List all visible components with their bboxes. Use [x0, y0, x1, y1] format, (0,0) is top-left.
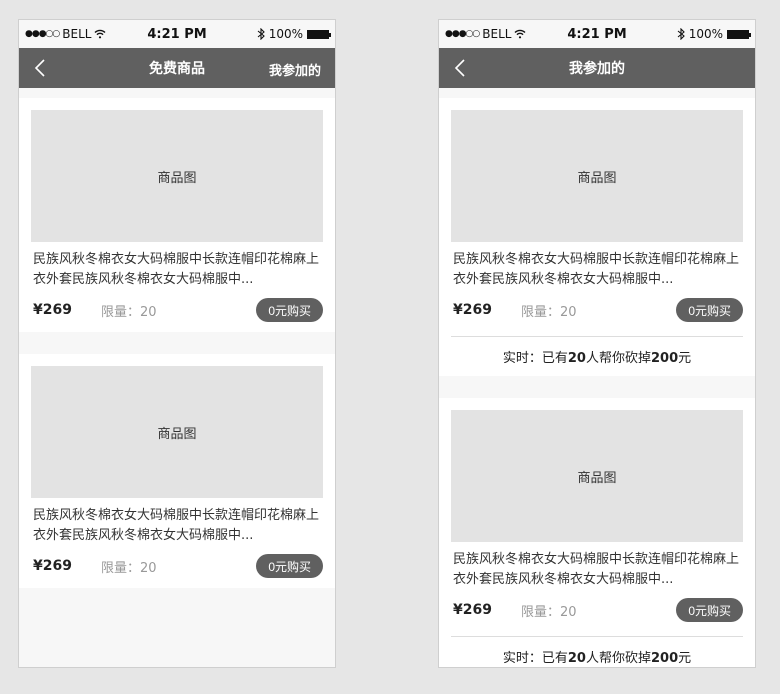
battery-icon: [727, 29, 751, 39]
phone-my-joined: ●●●○○ BELL 4:21 PM 100% 我参加的 商品图 民族风秋冬棉衣: [438, 19, 756, 668]
product-title[interactable]: 民族风秋冬棉衣女大码棉服中长款连帽印花棉麻上衣外套民族风秋冬棉衣女大码棉服中..…: [31, 506, 323, 546]
chevron-left-icon[interactable]: [451, 58, 471, 78]
discount-amount: 200: [650, 651, 679, 666]
realtime-mid: 人帮你砍掉: [585, 651, 651, 666]
product-price: ¥269: [33, 302, 72, 318]
spacer: [439, 88, 755, 98]
realtime-bargain-status: 实时：已有20人帮你砍掉200元: [451, 337, 743, 366]
realtime-suffix: 元: [678, 351, 692, 366]
product-limit: 限量：20: [521, 604, 577, 620]
spacer: [19, 88, 335, 98]
spacer: [19, 332, 335, 354]
product-card[interactable]: 商品图 民族风秋冬棉衣女大码棉服中长款连帽印花棉麻上衣外套民族风秋冬棉衣女大码棉…: [19, 98, 335, 332]
helper-count: 20: [567, 351, 586, 366]
realtime-mid: 人帮你砍掉: [585, 351, 651, 366]
page-title: 免费商品: [149, 61, 205, 77]
discount-amount: 200: [650, 351, 679, 366]
battery-percent: 100%: [688, 27, 723, 41]
product-price: ¥269: [33, 558, 72, 574]
free-buy-button[interactable]: 0元购买: [256, 554, 323, 578]
product-image-label: 商品图: [157, 426, 197, 442]
status-bar: ●●●○○ BELL 4:21 PM 100%: [19, 20, 335, 48]
bluetooth-icon: [257, 28, 265, 40]
nav-bar: 免费商品 我参加的: [19, 48, 335, 88]
joined-product-card[interactable]: 商品图 民族风秋冬棉衣女大码棉服中长款连帽印花棉麻上衣外套民族风秋冬棉衣女大码棉…: [439, 398, 755, 667]
product-title[interactable]: 民族风秋冬棉衣女大码棉服中长款连帽印花棉麻上衣外套民族风秋冬棉衣女大码棉服中..…: [451, 250, 743, 290]
my-joined-button[interactable]: 我参加的: [269, 60, 321, 79]
spacer: [439, 376, 755, 398]
battery-percent: 100%: [268, 27, 303, 41]
realtime-prefix: 实时：已有: [502, 351, 568, 366]
product-card[interactable]: 商品图 民族风秋冬棉衣女大码棉服中长款连帽印花棉麻上衣外套民族风秋冬棉衣女大码棉…: [19, 354, 335, 588]
battery-icon: [307, 29, 331, 39]
phone-free-products: ●●●○○ BELL 4:21 PM 100% 免费商品 我参加的 商品图 民族…: [18, 19, 336, 668]
product-image[interactable]: 商品图: [451, 110, 743, 242]
free-buy-button[interactable]: 0元购买: [676, 598, 743, 622]
nav-bar: 我参加的: [439, 48, 755, 88]
product-image[interactable]: 商品图: [451, 410, 743, 542]
product-limit: 限量：20: [101, 560, 157, 576]
helper-count: 20: [567, 651, 586, 666]
product-image[interactable]: 商品图: [31, 366, 323, 498]
joined-product-card[interactable]: 商品图 民族风秋冬棉衣女大码棉服中长款连帽印花棉麻上衣外套民族风秋冬棉衣女大码棉…: [439, 98, 755, 376]
product-limit: 限量：20: [521, 304, 577, 320]
chevron-left-icon[interactable]: [31, 58, 51, 78]
product-image[interactable]: 商品图: [31, 110, 323, 242]
free-buy-button[interactable]: 0元购买: [256, 298, 323, 322]
free-buy-button[interactable]: 0元购买: [676, 298, 743, 322]
product-image-label: 商品图: [157, 170, 197, 186]
product-title[interactable]: 民族风秋冬棉衣女大码棉服中长款连帽印花棉麻上衣外套民族风秋冬棉衣女大码棉服中..…: [451, 550, 743, 590]
product-image-label: 商品图: [577, 170, 617, 186]
product-price: ¥269: [453, 302, 492, 318]
product-limit: 限量：20: [101, 304, 157, 320]
realtime-suffix: 元: [678, 651, 692, 666]
product-title[interactable]: 民族风秋冬棉衣女大码棉服中长款连帽印花棉麻上衣外套民族风秋冬棉衣女大码棉服中..…: [31, 250, 323, 290]
product-image-label: 商品图: [577, 470, 617, 486]
bluetooth-icon: [677, 28, 685, 40]
product-price: ¥269: [453, 602, 492, 618]
realtime-prefix: 实时：已有: [502, 651, 568, 666]
status-bar: ●●●○○ BELL 4:21 PM 100%: [439, 20, 755, 48]
page-title: 我参加的: [569, 61, 625, 77]
realtime-bargain-status: 实时：已有20人帮你砍掉200元: [451, 637, 743, 666]
